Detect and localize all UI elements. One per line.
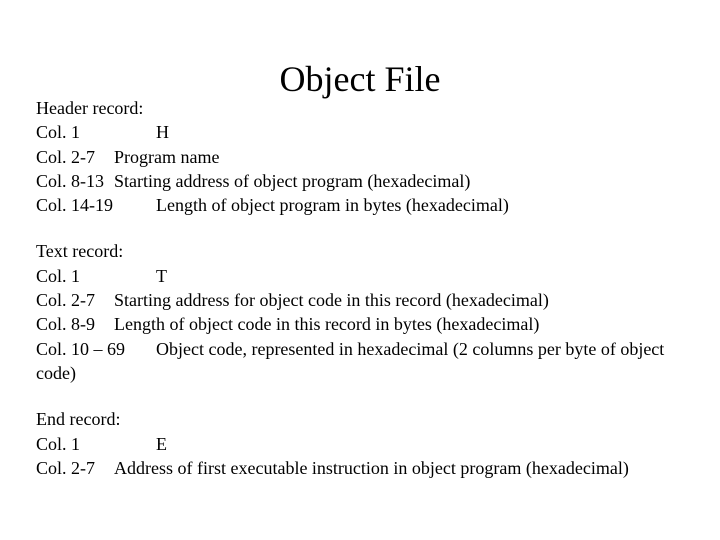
desc-cell: H: [156, 122, 169, 142]
text-record-section: Text record: Col. 1T Col. 2-7Starting ad…: [36, 239, 684, 385]
desc-cell: Starting address of object program (hexa…: [114, 171, 470, 191]
header-row: Col. 1H: [36, 120, 684, 144]
header-row: Col. 8-13Starting address of object prog…: [36, 169, 684, 193]
content-body: Header record: Col. 1H Col. 2-7Program n…: [36, 96, 684, 502]
desc-cell: Starting address for object code in this…: [114, 290, 549, 310]
col-cell: Col. 1: [36, 264, 156, 288]
col-cell: Col. 2-7: [36, 288, 114, 312]
header-record-label: Header record:: [36, 96, 684, 120]
end-row: Col. 1E: [36, 432, 684, 456]
col-cell: Col. 14-19: [36, 193, 156, 217]
desc-cell: Address of first executable instruction …: [114, 458, 629, 478]
text-row: Col. 1T: [36, 264, 684, 288]
col-cell: Col. 8-9: [36, 312, 114, 336]
desc-cell: E: [156, 434, 167, 454]
desc-cell: Program name: [114, 147, 219, 167]
text-row: Col. 8-9Length of object code in this re…: [36, 312, 684, 336]
header-row: Col. 14-19Length of object program in by…: [36, 193, 684, 217]
header-record-section: Header record: Col. 1H Col. 2-7Program n…: [36, 96, 684, 217]
col-cell: Col. 1: [36, 432, 156, 456]
col-cell: Col. 2-7: [36, 456, 114, 480]
header-row: Col. 2-7Program name: [36, 145, 684, 169]
text-row: Col. 2-7Starting address for object code…: [36, 288, 684, 312]
end-record-section: End record: Col. 1E Col. 2-7Address of f…: [36, 407, 684, 480]
desc-cell: T: [156, 266, 167, 286]
col-cell: Col. 1: [36, 120, 156, 144]
end-record-label: End record:: [36, 407, 684, 431]
text-row: Col. 10 – 69Object code, represented in …: [36, 337, 684, 386]
text-record-label: Text record:: [36, 239, 684, 263]
col-cell: Col. 10 – 69: [36, 337, 156, 361]
desc-cell: Length of object program in bytes (hexad…: [156, 195, 509, 215]
page-title: Object File: [0, 58, 720, 100]
end-row: Col. 2-7Address of first executable inst…: [36, 456, 684, 480]
col-cell: Col. 2-7: [36, 145, 114, 169]
desc-cell: Length of object code in this record in …: [114, 314, 539, 334]
col-cell: Col. 8-13: [36, 169, 114, 193]
